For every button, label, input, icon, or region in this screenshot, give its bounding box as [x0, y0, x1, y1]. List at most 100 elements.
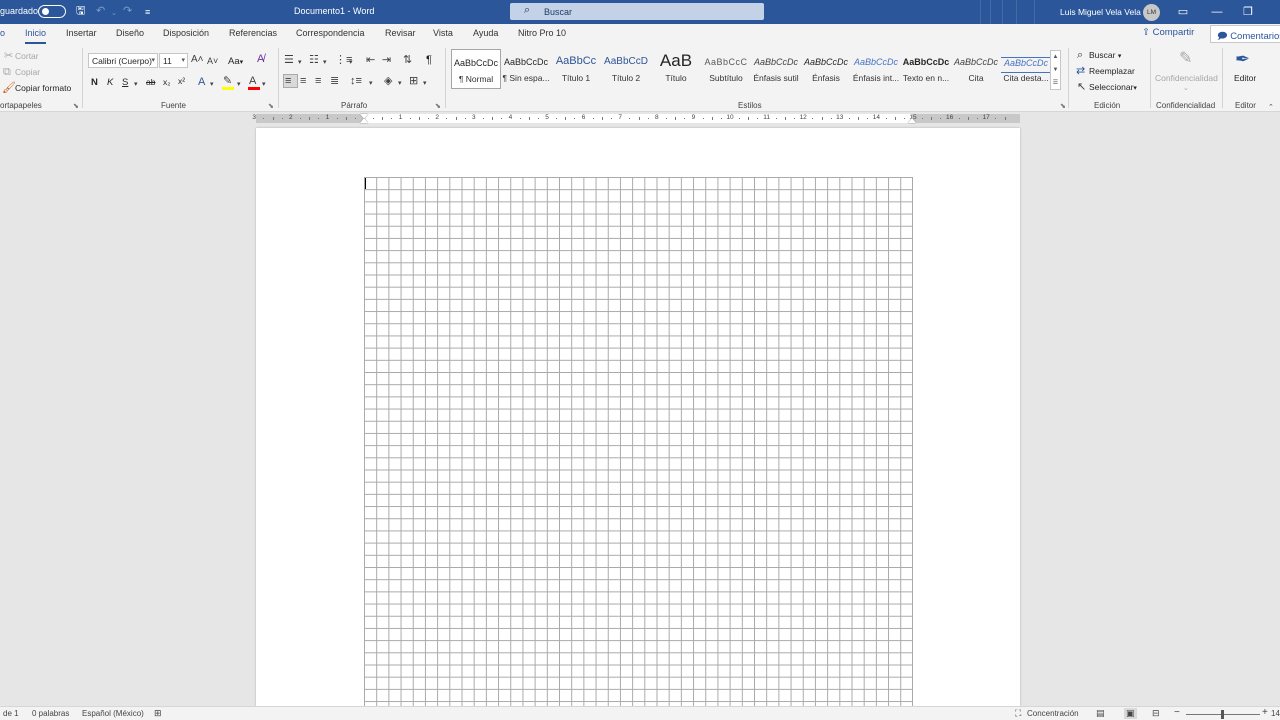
italic-button[interactable]: K [107, 77, 113, 88]
tab-file[interactable]: o [0, 28, 5, 38]
copy-button[interactable]: Copiar [15, 67, 40, 77]
chevron-down-icon[interactable]: ▾ [262, 79, 266, 91]
grow-font-icon[interactable]: A˄ [191, 54, 204, 66]
sensitivity-icon[interactable]: ✎ [1179, 50, 1192, 68]
zoom-in-icon[interactable]: + [1262, 707, 1268, 718]
chevron-down-icon[interactable]: ▾ [423, 78, 427, 90]
web-layout-icon[interactable]: ⊟ [1152, 708, 1160, 719]
font-family-select[interactable]: Calibri (Cuerpo) ▾ [88, 53, 158, 68]
sort-icon[interactable]: ⇅ [403, 54, 412, 66]
avatar[interactable]: LM [1143, 4, 1160, 21]
print-layout-icon[interactable]: ▣ [1124, 708, 1137, 719]
tab-insertar[interactable]: Insertar [66, 28, 97, 38]
select-icon[interactable]: ↖ [1077, 81, 1086, 93]
align-left-icon[interactable]: ≡ [285, 75, 291, 87]
style-emphasis[interactable]: AaBbCcDc Énfasis [801, 49, 851, 89]
editor-button[interactable]: Editor [1234, 73, 1256, 83]
read-mode-icon[interactable]: ▤ [1096, 708, 1105, 719]
style-intense-emphasis[interactable]: AaBbCcDc Énfasis int... [851, 49, 901, 89]
chevron-up-icon[interactable]: ▲ [1051, 51, 1060, 64]
find-icon[interactable]: ⌕ [1077, 49, 1083, 61]
font-dialog-launcher-icon[interactable]: ⬊ [268, 102, 274, 110]
comments-button[interactable]: 🗩 Comentarios [1210, 25, 1280, 43]
right-indent-marker[interactable] [908, 118, 916, 123]
style-subtle-emphasis[interactable]: AaBbCcDc Énfasis sutil [751, 49, 801, 89]
clear-formatting-icon[interactable]: A̸ [257, 53, 264, 65]
chevron-down-icon[interactable]: ▾ [237, 79, 241, 91]
format-painter-button[interactable]: Copiar formato [15, 83, 71, 93]
superscript-button[interactable]: x² [178, 76, 185, 86]
show-formatting-button[interactable]: ¶ [426, 54, 432, 66]
more-styles-icon[interactable]: ☰ [1051, 77, 1060, 90]
numbering-icon[interactable]: ☷ [309, 54, 319, 66]
tab-disposicion[interactable]: Disposición [163, 28, 209, 38]
language-indicator[interactable]: Español (México) [82, 709, 144, 718]
justify-icon[interactable]: ≣ [330, 75, 339, 87]
save-icon[interactable]: 🖫 [76, 4, 85, 18]
editor-icon[interactable]: ✒ [1235, 49, 1250, 69]
paragraph-dialog-launcher-icon[interactable]: ⬊ [435, 102, 441, 110]
style-intense-quote[interactable]: AaBbCcDc Cita desta... [1001, 49, 1051, 89]
style-no-spacing[interactable]: AaBbCcDc ¶ Sin espa... [501, 49, 551, 89]
tab-referencias[interactable]: Referencias [229, 28, 277, 38]
customize-quick-access-icon[interactable]: ≡ [145, 5, 150, 19]
styles-dialog-launcher-icon[interactable]: ⬊ [1060, 102, 1066, 110]
borders-icon[interactable]: ⊞ [409, 75, 418, 87]
style-title[interactable]: AaB Título [651, 49, 701, 89]
tab-correspondencia[interactable]: Correspondencia [296, 28, 365, 38]
font-color-icon[interactable]: A [249, 75, 256, 87]
increase-indent-icon[interactable]: ⇥ [382, 54, 391, 66]
ribbon-display-options-icon[interactable]: ▭ [1168, 2, 1198, 22]
chevron-down-icon[interactable]: ▾ [210, 79, 214, 91]
style-normal[interactable]: AaBbCcDc ¶ Normal [451, 49, 501, 89]
subscript-button[interactable]: x₂ [163, 77, 171, 87]
find-button[interactable]: Buscar ▾ [1089, 50, 1121, 60]
decrease-indent-icon[interactable]: ⇤ [366, 54, 375, 66]
styles-scrollbar[interactable]: ▲ ▼ ☰ [1050, 50, 1061, 90]
undo-dropdown-icon[interactable]: ⌄ [111, 7, 117, 21]
strikethrough-button[interactable]: ab [146, 77, 155, 87]
style-quote[interactable]: AaBbCcDc Cita [951, 49, 1001, 89]
underline-button[interactable]: S [122, 77, 128, 88]
select-button[interactable]: Seleccionar▾ [1089, 82, 1137, 92]
style-subtitle[interactable]: AaBbCcC Subtítulo [701, 49, 751, 89]
chevron-down-icon[interactable]: ▾ [134, 79, 138, 91]
page-count[interactable]: de 1 [3, 709, 19, 718]
sensitivity-button[interactable]: Confidencialidad [1155, 73, 1218, 83]
share-button[interactable]: ⇪ Compartir [1142, 27, 1194, 38]
tab-ayuda[interactable]: Ayuda [473, 28, 498, 38]
focus-icon[interactable]: ⛶ [1015, 708, 1021, 719]
chevron-down-icon[interactable]: ▾ [369, 78, 373, 90]
tab-inicio[interactable]: Inicio [25, 28, 47, 44]
chevron-down-icon[interactable]: ⌄ [1183, 83, 1189, 95]
autosave-toggle[interactable] [38, 5, 66, 18]
undo-icon[interactable]: ↶ [96, 4, 105, 18]
grid-paper-table[interactable] [364, 177, 913, 706]
hanging-indent-marker[interactable] [360, 118, 368, 123]
style-heading-2[interactable]: AaBbCcD Título 2 [601, 49, 651, 89]
chevron-down-icon[interactable]: ▾ [323, 57, 327, 69]
zoom-slider-thumb[interactable] [1221, 710, 1224, 719]
accessibility-icon[interactable]: ⊞ [154, 708, 162, 719]
replace-button[interactable]: Reemplazar [1089, 66, 1135, 76]
align-right-icon[interactable]: ≡ [315, 75, 321, 87]
cut-button[interactable]: Cortar [15, 51, 39, 61]
tab-nitro[interactable]: Nitro Pro 10 [518, 28, 566, 38]
bullets-icon[interactable]: ☰ [284, 54, 294, 66]
chevron-down-icon[interactable]: ▾ [298, 57, 302, 69]
word-count[interactable]: 0 palabras [32, 709, 69, 718]
style-strong[interactable]: AaBbCcDc Texto en n... [901, 49, 951, 89]
cut-icon[interactable]: ✂ [4, 50, 13, 62]
redo-icon[interactable]: ↷ [123, 4, 132, 18]
format-painter-icon[interactable]: 🖌 [2, 82, 16, 94]
chevron-down-icon[interactable]: ▼ [1051, 64, 1060, 77]
text-effects-icon[interactable]: A [198, 76, 205, 88]
replace-icon[interactable]: ⇄ [1076, 65, 1085, 77]
tab-revisar[interactable]: Revisar [385, 28, 416, 38]
shading-icon[interactable]: ◈ [384, 75, 392, 87]
document-page[interactable] [256, 128, 1020, 706]
shrink-font-icon[interactable]: A˅ [207, 55, 218, 67]
focus-button[interactable]: Concentración [1027, 709, 1079, 718]
change-case-button[interactable]: Aa▾ [228, 56, 243, 67]
zoom-out-icon[interactable]: − [1174, 707, 1180, 718]
